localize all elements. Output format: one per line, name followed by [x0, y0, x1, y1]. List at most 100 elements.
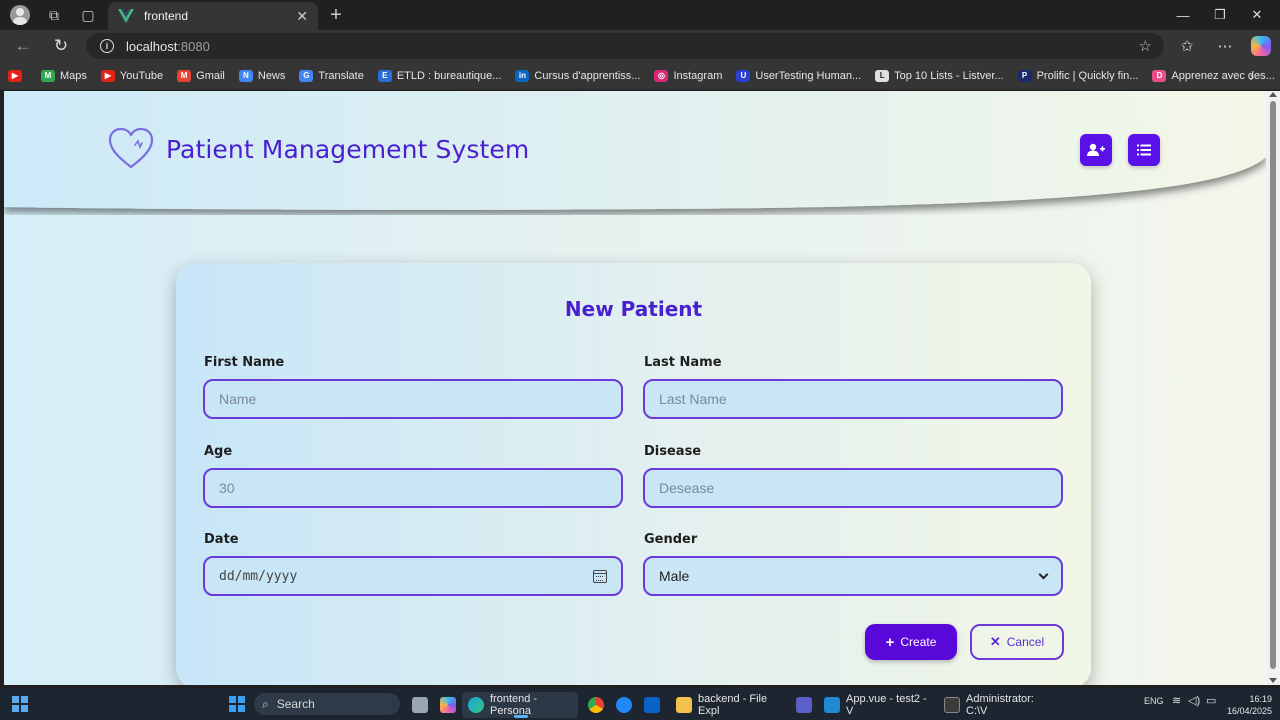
copilot-icon [1251, 36, 1271, 56]
first-name-label: First Name [204, 355, 285, 370]
tab-title: frontend [144, 9, 189, 23]
taskbar-app-file-explorer[interactable]: backend - File Expl [670, 692, 788, 718]
instagram-icon: ◎ [654, 69, 669, 82]
bookmark-news[interactable]: N News [238, 69, 285, 82]
back-arrow-icon[interactable]: ← [10, 34, 36, 58]
bookmark-gmail[interactable]: M Gmail [177, 69, 225, 82]
last-name-label: Last Name [644, 355, 722, 370]
age-label: Age [204, 444, 233, 459]
cancel-button[interactable]: ✕ Cancel [970, 624, 1064, 660]
widgets-icon[interactable] [12, 696, 28, 712]
create-button[interactable]: + Create [865, 624, 957, 660]
edge-icon [468, 697, 484, 713]
reload-icon[interactable]: ↻ [48, 34, 74, 58]
clock-date: 16/04/2025 [1226, 706, 1272, 716]
volume-icon[interactable]: ◁) [1188, 694, 1200, 707]
address-bar[interactable]: i localhost:8080 ☆ [86, 33, 1164, 59]
site-info-icon[interactable]: i [100, 39, 114, 53]
first-name-input[interactable] [203, 379, 623, 419]
scrollbar-thumb[interactable] [1270, 101, 1276, 669]
heart-pulse-icon [108, 127, 154, 169]
brand: Patient Management System [108, 127, 529, 171]
taskbar-search[interactable]: ⌕ Search [254, 693, 400, 715]
taskbar-search-label: Search [276, 697, 315, 711]
start-windows-icon[interactable] [229, 696, 245, 712]
url-host: localhost [126, 38, 178, 54]
folder-icon [676, 697, 692, 713]
gender-select[interactable]: Male [643, 556, 1063, 596]
linkedin-icon: in [515, 69, 530, 82]
bookmark-usertesting[interactable]: U UserTesting Human... [736, 69, 861, 82]
profile-button[interactable] [4, 0, 36, 30]
list-icon [1137, 144, 1151, 156]
chevron-down-icon [1038, 569, 1049, 579]
new-patient-card: New Patient First Name Last Name Age Dis… [176, 263, 1091, 685]
youtube-icon: ▶ [100, 69, 115, 82]
browser-toolbar: ← ↻ i localhost:8080 ☆ ✩ ⋯ [0, 30, 1280, 62]
wifi-icon[interactable]: ≋ [1172, 694, 1181, 707]
chevron-right-icon[interactable]: › [1249, 68, 1254, 84]
browser-tab-frontend[interactable]: frontend ✕ [108, 2, 318, 30]
battery-icon[interactable]: ▭ [1206, 694, 1216, 707]
x-icon: ✕ [989, 634, 1001, 649]
prolific-icon: P [1017, 69, 1032, 82]
disease-input[interactable] [643, 468, 1063, 508]
bookmark-youtube[interactable]: ▶ YouTube [100, 69, 163, 82]
taskbar-app-edge[interactable]: frontend - Persona [462, 692, 578, 718]
bookmark-etld[interactable]: E ETLD : bureautique... [377, 69, 501, 82]
close-window-button[interactable]: ✕ [1234, 0, 1280, 30]
outlook-icon[interactable] [638, 692, 672, 718]
bookmark-maps[interactable]: M Maps [41, 69, 87, 82]
last-name-input[interactable] [643, 379, 1063, 419]
bookmark-item[interactable]: ▶ [8, 69, 27, 82]
favorites-icon[interactable]: ✩ [1174, 34, 1200, 58]
news-icon: N [238, 69, 253, 82]
maps-icon: M [41, 69, 55, 82]
workspaces-icon[interactable]: ⧉ [38, 0, 70, 30]
gender-label: Gender [644, 532, 698, 547]
scroll-up-arrow-icon[interactable] [1269, 92, 1277, 97]
disease-label: Disease [644, 444, 702, 459]
bookmark-apprenez[interactable]: D Apprenez avec des... [1152, 69, 1275, 82]
patient-list-button[interactable] [1128, 134, 1160, 166]
add-patient-button[interactable] [1080, 134, 1112, 166]
bookmark-instagram[interactable]: ◎ Instagram [654, 69, 722, 82]
language-indicator[interactable]: ENG [1144, 696, 1164, 706]
cancel-button-label: Cancel [1006, 635, 1045, 649]
apprenez-icon: D [1152, 69, 1167, 82]
taskbar-app-vscode[interactable]: App.vue - test2 - V [818, 692, 936, 718]
age-input[interactable] [203, 468, 623, 508]
date-label: Date [204, 532, 239, 547]
scroll-down-arrow-icon[interactable] [1269, 678, 1277, 683]
date-placeholder: dd/mm/yyyy [219, 568, 298, 584]
date-input[interactable]: dd/mm/yyyy [203, 556, 623, 596]
etld-icon: E [377, 69, 392, 82]
more-options-icon[interactable]: ⋯ [1212, 34, 1238, 58]
favorite-star-icon[interactable]: ☆ [1139, 37, 1152, 55]
plus-icon: + [885, 633, 895, 651]
tab-close-icon[interactable]: ✕ [296, 8, 308, 25]
taskbar-app-terminal[interactable]: Administrator: C:\V [938, 692, 1062, 718]
translate-icon: G [299, 69, 314, 82]
usertesting-icon: U [736, 69, 751, 82]
bookmark-translate[interactable]: G Translate [299, 69, 364, 82]
vue-logo-icon [118, 9, 134, 23]
bookmark-prolific[interactable]: P Prolific | Quickly fin... [1017, 69, 1138, 82]
listverse-icon: L [875, 69, 890, 82]
new-tab-button[interactable]: + [324, 4, 348, 26]
windows-taskbar: ⌕ Search frontend - Persona backend - Fi… [0, 688, 1280, 720]
url-port: :8080 [177, 38, 210, 54]
gmail-icon: M [177, 69, 192, 82]
bookmark-linkedin[interactable]: in Cursus d'apprentiss... [515, 69, 640, 82]
page-scrollbar[interactable] [1266, 91, 1280, 685]
tab-actions-icon[interactable]: ▢ [72, 0, 104, 30]
user-plus-icon [1087, 143, 1105, 156]
bookmark-listverse[interactable]: L Top 10 Lists - Listver... [875, 69, 1004, 82]
copilot-button[interactable] [1248, 34, 1274, 58]
taskbar-clock[interactable]: 16:19 16/04/2025 [1227, 693, 1272, 717]
terminal-icon [944, 697, 960, 713]
page-viewport: Patient Management System New Patient Fi… [4, 91, 1266, 685]
gender-selected-value: Male [659, 568, 690, 584]
vscode-icon [824, 697, 840, 713]
calendar-icon[interactable] [593, 569, 607, 583]
